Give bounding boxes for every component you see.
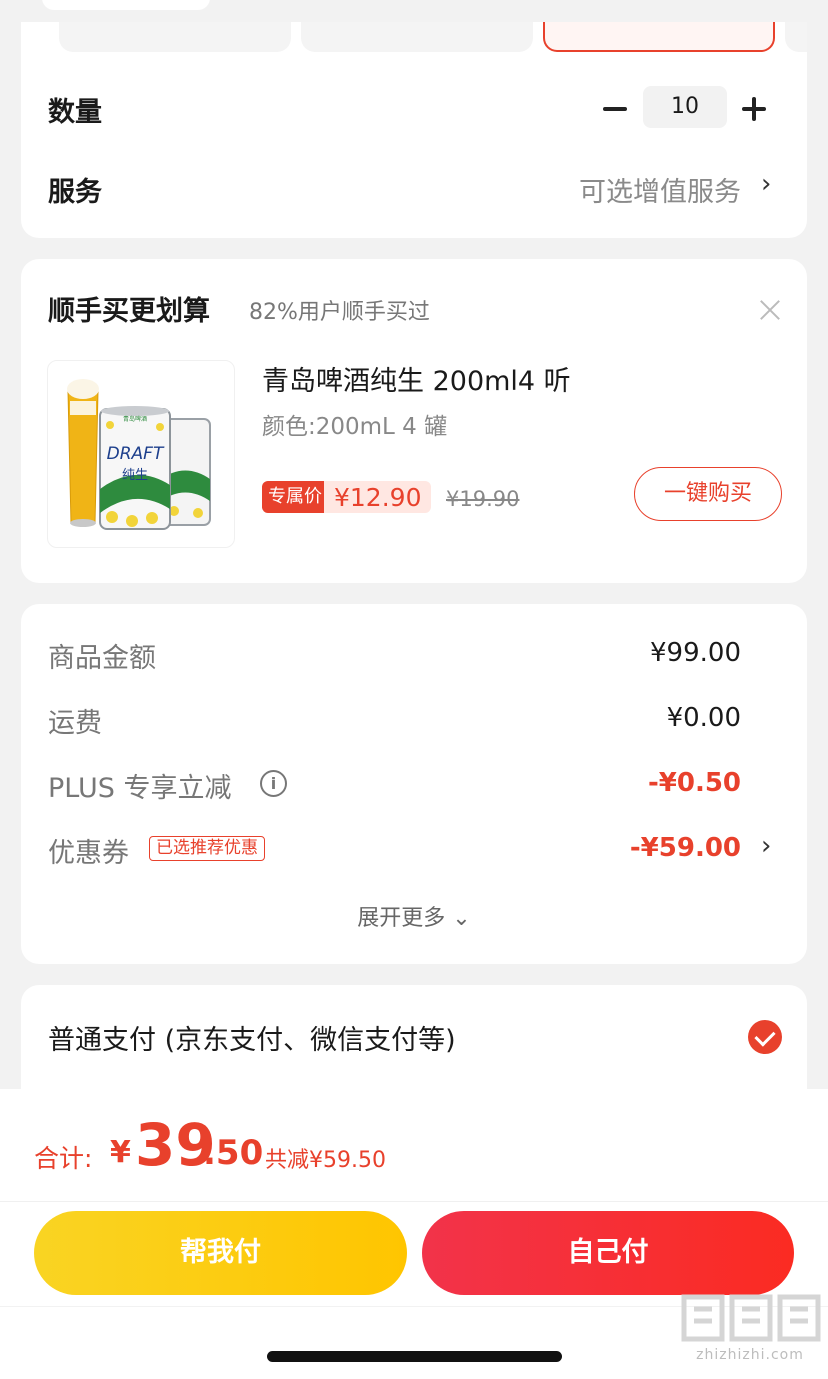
spec-option[interactable] xyxy=(59,22,291,52)
recommend-title: 顺手买更划算 xyxy=(48,296,210,327)
chevron-right-icon[interactable]: › xyxy=(761,831,771,861)
product-spec: 颜色:200mL 4 罐 xyxy=(262,414,448,440)
recommend-subtitle: 82%用户顺手买过 xyxy=(249,300,430,325)
exclusive-price: ¥12.90 xyxy=(324,481,432,513)
quantity-minus-button[interactable] xyxy=(598,92,632,126)
quantity-plus-button[interactable] xyxy=(737,92,771,126)
beer-cans-illustration: 青岛啤酒 DRAFT 纯生 xyxy=(67,379,211,530)
divider xyxy=(0,1201,828,1202)
top-tab-fragment xyxy=(42,0,210,10)
watermark-logo: zhizhizhi.com xyxy=(676,1287,824,1371)
quantity-input[interactable]: 10 xyxy=(643,86,727,128)
total-label: 合计: xyxy=(34,1144,93,1173)
shipping-value: ¥0.00 xyxy=(666,703,741,733)
exclusive-price-badge: 专属价 xyxy=(262,481,328,513)
watermark-glyphs xyxy=(681,1294,821,1342)
coupon-recommended-tag: 已选推荐优惠 xyxy=(149,836,265,861)
quantity-label: 数量 xyxy=(48,97,102,128)
goods-amount-label: 商品金额 xyxy=(48,643,156,674)
can-brand-text: 青岛啤酒 xyxy=(123,415,147,423)
coupon-label: 优惠券 xyxy=(48,838,129,869)
home-indicator[interactable] xyxy=(267,1351,562,1362)
coupon-value[interactable]: -¥59.00 xyxy=(630,833,741,863)
info-icon[interactable]: i xyxy=(260,770,287,797)
close-icon[interactable] xyxy=(757,297,783,323)
checkmark-icon[interactable] xyxy=(748,1020,782,1054)
pay-myself-button[interactable]: 自己付 xyxy=(422,1211,794,1295)
product-name[interactable]: 青岛啤酒纯生 200ml4 听 xyxy=(262,359,571,398)
total-amount-decimal: .50 xyxy=(203,1133,264,1173)
recommend-card: 顺手买更划算 82%用户顺手买过 青岛啤酒 DRAFT 纯生 青岛啤酒纯生 20… xyxy=(21,259,807,583)
service-hint[interactable]: 可选增值服务 xyxy=(579,170,741,209)
goods-amount-value: ¥99.00 xyxy=(650,638,741,668)
total-saving: 共减¥59.50 xyxy=(265,1148,386,1173)
can-chun-sheng-text: 纯生 xyxy=(122,468,148,483)
original-price: ¥19.90 xyxy=(446,487,520,511)
one-click-buy-button[interactable]: 一键购买 xyxy=(634,467,782,521)
product-image[interactable]: 青岛啤酒 DRAFT 纯生 xyxy=(47,360,235,548)
watermark-text: zhizhizhi.com xyxy=(696,1347,804,1363)
spec-option[interactable] xyxy=(301,22,533,52)
payment-card: 普通支付 (京东支付、微信支付等) xyxy=(21,985,807,1105)
plus-discount-label: PLUS 专享立减 xyxy=(48,773,232,804)
payment-method-label[interactable]: 普通支付 (京东支付、微信支付等) xyxy=(48,1018,456,1057)
spec-option-selected[interactable] xyxy=(543,22,775,52)
can-draft-text: DRAFT xyxy=(107,444,165,464)
shipping-label: 运费 xyxy=(48,708,102,739)
checkout-page: 数量 10 服务 可选增值服务 › 顺手买更划算 82%用户顺手买过 青岛啤酒 … xyxy=(0,0,828,1379)
total-currency: ¥ xyxy=(110,1135,131,1170)
chevron-right-icon[interactable]: › xyxy=(761,169,771,199)
spec-option[interactable] xyxy=(785,22,807,52)
expand-more-button[interactable]: 展开更多 ⌄ xyxy=(21,900,807,932)
fee-card: 商品金额 ¥99.00 运费 ¥0.00 PLUS 专享立减 i -¥0.50 … xyxy=(21,604,807,964)
spec-card: 数量 10 服务 可选增值服务 › xyxy=(21,22,807,238)
plus-discount-value: -¥0.50 xyxy=(647,768,741,798)
service-label: 服务 xyxy=(48,177,102,208)
bottom-bar: 合计: ¥ 39 .50 共减¥59.50 帮我付 自己付 zhizhizhi.… xyxy=(0,1089,828,1379)
help-me-pay-button[interactable]: 帮我付 xyxy=(34,1211,407,1295)
